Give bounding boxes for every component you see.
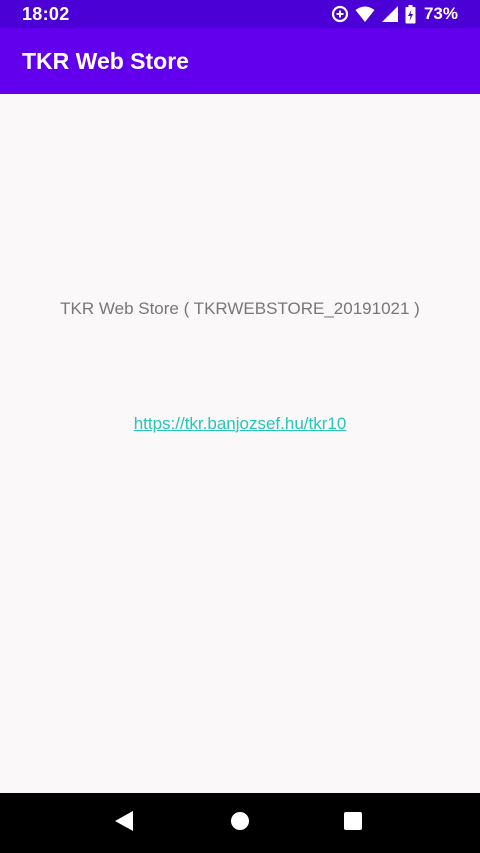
back-icon [114, 810, 134, 837]
status-time: 18:02 [22, 4, 70, 24]
back-button[interactable] [94, 793, 154, 853]
status-icons: 73% [331, 4, 458, 24]
navigation-bar [0, 793, 480, 853]
app-bar: TKR Web Store [0, 28, 480, 94]
store-link[interactable]: https://tkr.banjozsef.hu/tkr10 [0, 414, 480, 434]
recents-button[interactable] [323, 793, 383, 853]
recents-icon [343, 811, 363, 836]
status-bar: 18:02 73% [0, 0, 480, 28]
home-button[interactable] [210, 793, 270, 853]
cell-signal-icon [381, 5, 399, 23]
data-saver-icon [331, 5, 349, 23]
app-title: TKR Web Store [22, 48, 189, 74]
wifi-icon [355, 5, 375, 23]
battery-percent: 73% [423, 4, 458, 23]
battery-icon [405, 4, 416, 24]
main-content: TKR Web Store ( TKRWEBSTORE_20191021 ) h… [0, 94, 480, 793]
home-icon [230, 811, 250, 836]
app-version-text: TKR Web Store ( TKRWEBSTORE_20191021 ) [60, 299, 420, 318]
